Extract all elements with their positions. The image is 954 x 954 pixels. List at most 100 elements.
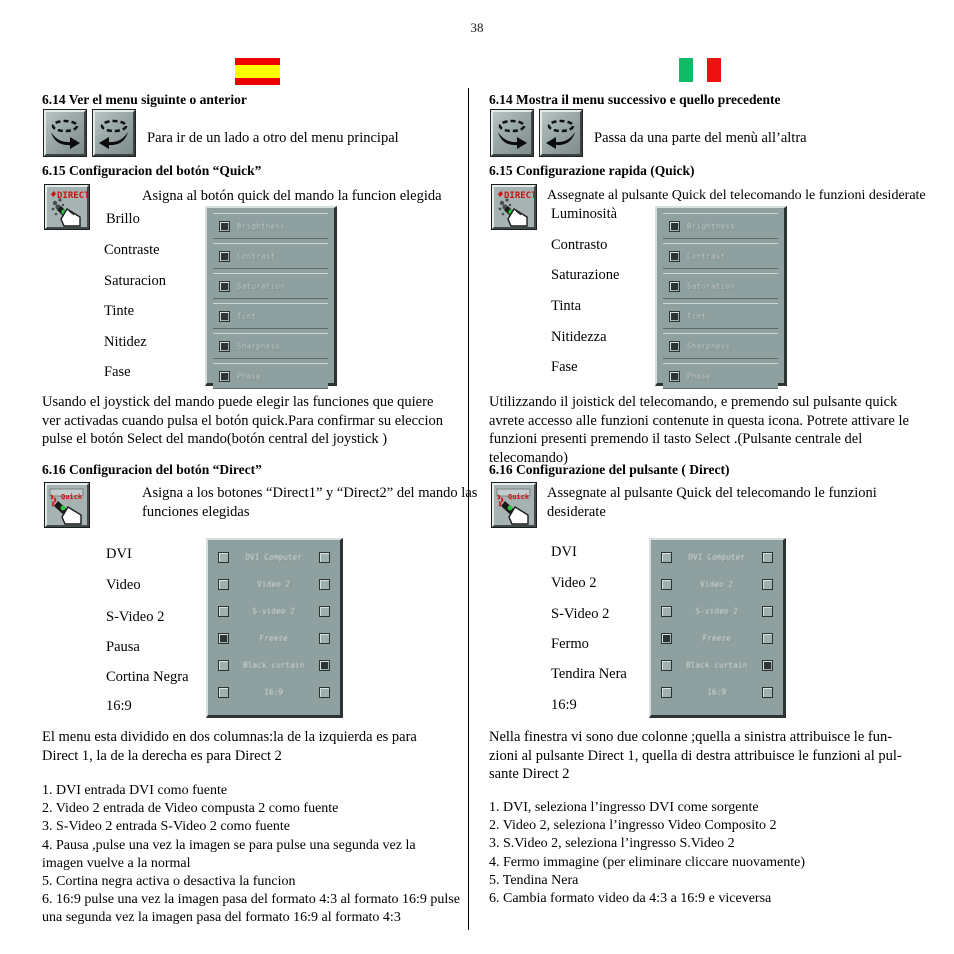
- direct-label-es-3: Pausa: [106, 639, 140, 655]
- list-item: 5. Cortina negra activa o desactiva la f…: [42, 873, 296, 889]
- heading-6-14-es: 6.14 Ver el menu siguinte o anterior: [42, 92, 247, 107]
- checkbox-saturation-es[interactable]: [219, 280, 230, 292]
- osd-row[interactable]: Phase: [663, 363, 778, 389]
- osd-label: 16:9: [264, 688, 284, 697]
- osd-label: Contrast: [687, 251, 726, 261]
- osd-row[interactable]: Sharpness: [663, 333, 778, 359]
- direct2-checkbox-169-it[interactable]: [762, 687, 773, 698]
- direct-label-es-1: Video: [106, 577, 141, 593]
- direct2-checkbox-169-es[interactable]: [319, 687, 330, 698]
- quick-osd-panel-es[interactable]: Brightness Contrast Saturation Tint Shar…: [205, 206, 337, 389]
- previous-menu-button-it[interactable]: [540, 110, 582, 156]
- osd-label: Tint: [237, 311, 257, 321]
- table-row[interactable]: Black curtain: [213, 652, 335, 679]
- next-menu-button-es[interactable]: [44, 110, 86, 156]
- direct2-checkbox-video2-it[interactable]: [761, 579, 773, 590]
- osd-row[interactable]: Saturation: [213, 273, 328, 299]
- table-row[interactable]: Freeze: [656, 625, 778, 652]
- osd-row[interactable]: Brightness: [213, 213, 328, 239]
- checkbox-tint-es[interactable]: [219, 310, 230, 322]
- osd-label: Brightness: [687, 221, 736, 231]
- direct2-checkbox-freeze-it[interactable]: [761, 633, 773, 644]
- checkbox-phase-it[interactable]: [669, 370, 680, 382]
- table-row[interactable]: DVI Computer: [213, 544, 335, 571]
- direct-osd-panel-es[interactable]: DVI Computer Video 2 S-video 2 Freeze Bl: [206, 538, 343, 718]
- direct2-checkbox-svideo2-es[interactable]: [318, 606, 330, 617]
- table-row[interactable]: Freeze: [213, 625, 335, 652]
- osd-row[interactable]: Tint: [213, 303, 328, 329]
- next-menu-button-it[interactable]: [491, 110, 533, 156]
- direct1-checkbox-svideo2-it[interactable]: [661, 606, 672, 617]
- direct1-checkbox-video2-it[interactable]: [661, 579, 672, 590]
- checkbox-tint-it[interactable]: [669, 310, 680, 322]
- checkbox-brightness-es[interactable]: [219, 220, 230, 232]
- table-row[interactable]: 16:9: [656, 679, 778, 706]
- table-row[interactable]: S-video 2: [213, 598, 335, 625]
- osd-row[interactable]: Saturation: [663, 273, 778, 299]
- direct1-checkbox-169-es[interactable]: [218, 687, 229, 698]
- osd-label: Black curtain: [243, 661, 305, 670]
- direct1-checkbox-blackcurtain-es[interactable]: [218, 660, 229, 671]
- heading-6-16-it: 6.16 Configurazione del pulsante ( Direc…: [489, 462, 730, 477]
- osd-row[interactable]: Tint: [663, 303, 778, 329]
- quick-label-it-2: Saturazione: [551, 267, 620, 283]
- quick-label-es-1: Contraste: [104, 242, 160, 258]
- heading-6-16-es: 6.16 Configuracion del botón “Direct”: [42, 462, 262, 477]
- direct1-checkbox-freeze-it[interactable]: [661, 633, 672, 644]
- quick-label-it-0: Luminosità: [551, 206, 618, 222]
- direct1-checkbox-svideo2-es[interactable]: [218, 606, 229, 617]
- direct1-checkbox-dvi-it[interactable]: [661, 552, 672, 563]
- osd-label: Phase: [237, 371, 262, 381]
- direct2-checkbox-dvi-es[interactable]: [319, 552, 330, 563]
- checkbox-contrast-it[interactable]: [669, 250, 680, 262]
- osd-label: Video 2: [700, 580, 734, 589]
- osd-label: S-video 2: [695, 607, 739, 616]
- list-item: 2. Video 2 entrada de Video compusta 2 c…: [42, 801, 339, 817]
- direct2-checkbox-dvi-it[interactable]: [762, 552, 773, 563]
- table-row[interactable]: Black curtain: [656, 652, 778, 679]
- table-row[interactable]: Video 2: [213, 571, 335, 598]
- direct-label-it-2: S-Video 2: [551, 606, 610, 622]
- previous-menu-button-es[interactable]: [93, 110, 135, 156]
- spain-flag-icon: [235, 58, 280, 85]
- body-6-15-es: Usando el joystick del mando puede elegi…: [42, 394, 444, 448]
- caption-6-14-it: Passa da una parte del menù all’altra: [594, 130, 807, 146]
- direct1-checkbox-blackcurtain-it[interactable]: [661, 660, 672, 671]
- direct1-checkbox-169-it[interactable]: [661, 687, 672, 698]
- direct2-checkbox-video2-es[interactable]: [318, 579, 330, 590]
- checkbox-brightness-it[interactable]: [669, 220, 680, 232]
- direct1-checkbox-video2-es[interactable]: [218, 579, 229, 590]
- table-row[interactable]: Video 2: [656, 571, 778, 598]
- numbered-list-it: 1. DVI, seleziona l’ingresso DVI come so…: [489, 799, 913, 908]
- direct-osd-panel-it[interactable]: DVI Computer Video 2 S-video 2 Freeze Bl: [649, 538, 786, 718]
- osd-row[interactable]: Brightness: [663, 213, 778, 239]
- direct2-checkbox-svideo2-it[interactable]: [761, 606, 773, 617]
- table-row[interactable]: S-video 2: [656, 598, 778, 625]
- checkbox-sharpness-es[interactable]: [219, 340, 230, 352]
- checkbox-sharpness-it[interactable]: [669, 340, 680, 352]
- svg-text:Quick: Quick: [508, 493, 530, 501]
- table-row[interactable]: 16:9: [213, 679, 335, 706]
- heading-6-14-it: 6.14 Mostra il menu successivo e quello …: [489, 92, 781, 107]
- osd-label: Freeze: [259, 634, 289, 643]
- direct2-checkbox-blackcurtain-it[interactable]: [762, 660, 773, 671]
- list-item: 4. Pausa ,pulse una vez la imagen se par…: [42, 837, 416, 871]
- osd-row[interactable]: Contrast: [663, 243, 778, 269]
- checkbox-phase-es[interactable]: [219, 370, 230, 382]
- osd-row[interactable]: Contrast: [213, 243, 328, 269]
- osd-row[interactable]: Phase: [213, 363, 328, 389]
- quick-osd-panel-it[interactable]: Brightness Contrast Saturation Tint Shar…: [655, 206, 787, 389]
- checkbox-contrast-es[interactable]: [219, 250, 230, 262]
- italy-flag-icon: [679, 58, 723, 82]
- direct2-checkbox-blackcurtain-es[interactable]: [319, 660, 330, 671]
- direct2-checkbox-freeze-es[interactable]: [318, 633, 330, 644]
- direct1-checkbox-freeze-es[interactable]: [218, 633, 229, 644]
- nav-arrow-buttons-es: [44, 110, 135, 156]
- checkbox-saturation-it[interactable]: [669, 280, 680, 292]
- direct-label-it-5: 16:9: [551, 697, 577, 713]
- osd-label: Saturation: [687, 281, 736, 291]
- list-item: 3. S.Video 2, seleziona l’ingresso S.Vid…: [489, 836, 735, 852]
- table-row[interactable]: DVI Computer: [656, 544, 778, 571]
- direct1-checkbox-dvi-es[interactable]: [218, 552, 229, 563]
- osd-row[interactable]: Sharpness: [213, 333, 328, 359]
